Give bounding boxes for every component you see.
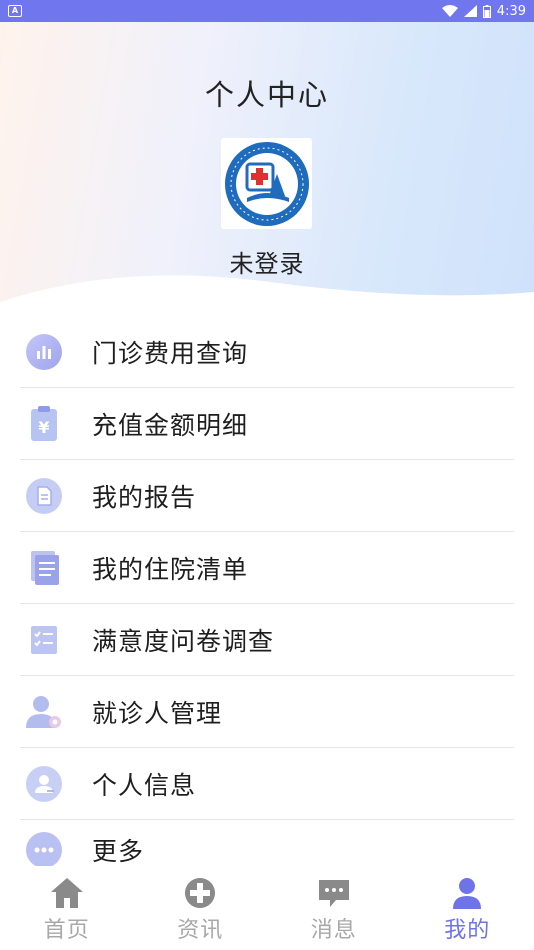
status-icons: 4:39: [441, 3, 526, 19]
menu-item-label: 充值金额明细: [92, 410, 249, 440]
menu-item-label: 就诊人管理: [92, 698, 223, 728]
signal-icon: [463, 5, 477, 17]
tab-news[interactable]: 资讯: [134, 866, 268, 950]
hospital-logo[interactable]: [221, 138, 312, 229]
menu-item-recharge-details[interactable]: ¥ 充值金额明细: [20, 388, 514, 460]
menu-item-label: 个人信息: [92, 770, 197, 800]
home-icon: [50, 878, 83, 908]
menu-item-satisfaction-survey[interactable]: 满意度问卷调查: [20, 604, 514, 676]
menu-list: 门诊费用查询 ¥ 充值金额明细 我的报告 我的住院清单 满意度问卷调查 就诊人管…: [0, 316, 534, 880]
menu-item-inpatient-list[interactable]: 我的住院清单: [20, 532, 514, 604]
person-icon: [453, 878, 482, 909]
checklist-icon: [24, 620, 64, 660]
notification-badge: A: [8, 5, 22, 17]
message-icon: [318, 880, 349, 907]
menu-item-label: 门诊费用查询: [92, 338, 249, 368]
report-icon: [24, 476, 64, 516]
battery-icon: [482, 4, 491, 18]
menu-item-personal-info[interactable]: 个人信息: [20, 748, 514, 820]
tab-messages[interactable]: 消息: [267, 866, 401, 950]
page-title: 个人中心: [204, 78, 329, 112]
tab-mine[interactable]: 我的: [401, 866, 534, 950]
user-settings-icon: [24, 692, 64, 732]
bottom-tab-bar: 首页 资讯 消息 我的: [0, 866, 534, 950]
menu-item-label: 更多: [92, 837, 145, 866]
bar-chart-icon: [24, 332, 64, 372]
menu-item-my-reports[interactable]: 我的报告: [20, 460, 514, 532]
news-icon: [185, 878, 216, 908]
tab-label: 首页: [43, 918, 90, 943]
header-wave: [0, 275, 534, 322]
document-list-icon: [24, 548, 64, 588]
status-time: 4:39: [496, 3, 526, 19]
tab-label: 我的: [444, 918, 491, 943]
menu-item-label: 满意度问卷调查: [92, 626, 275, 656]
profile-icon: [24, 764, 64, 804]
menu-item-label: 我的报告: [92, 482, 197, 512]
profile-header: 个人中心 未登录: [0, 22, 534, 322]
menu-item-patient-management[interactable]: 就诊人管理: [20, 676, 514, 748]
status-bar: A 4:39: [0, 0, 534, 22]
menu-item-outpatient-fees[interactable]: 门诊费用查询: [20, 316, 514, 388]
more-icon: [24, 830, 64, 870]
tab-label: 资讯: [177, 918, 224, 943]
wifi-icon: [441, 5, 458, 17]
svg-text:¥: ¥: [38, 418, 49, 437]
tab-home[interactable]: 首页: [0, 866, 134, 950]
yuan-clipboard-icon: ¥: [24, 404, 64, 444]
menu-item-label: 我的住院清单: [92, 554, 249, 584]
tab-label: 消息: [310, 918, 357, 943]
